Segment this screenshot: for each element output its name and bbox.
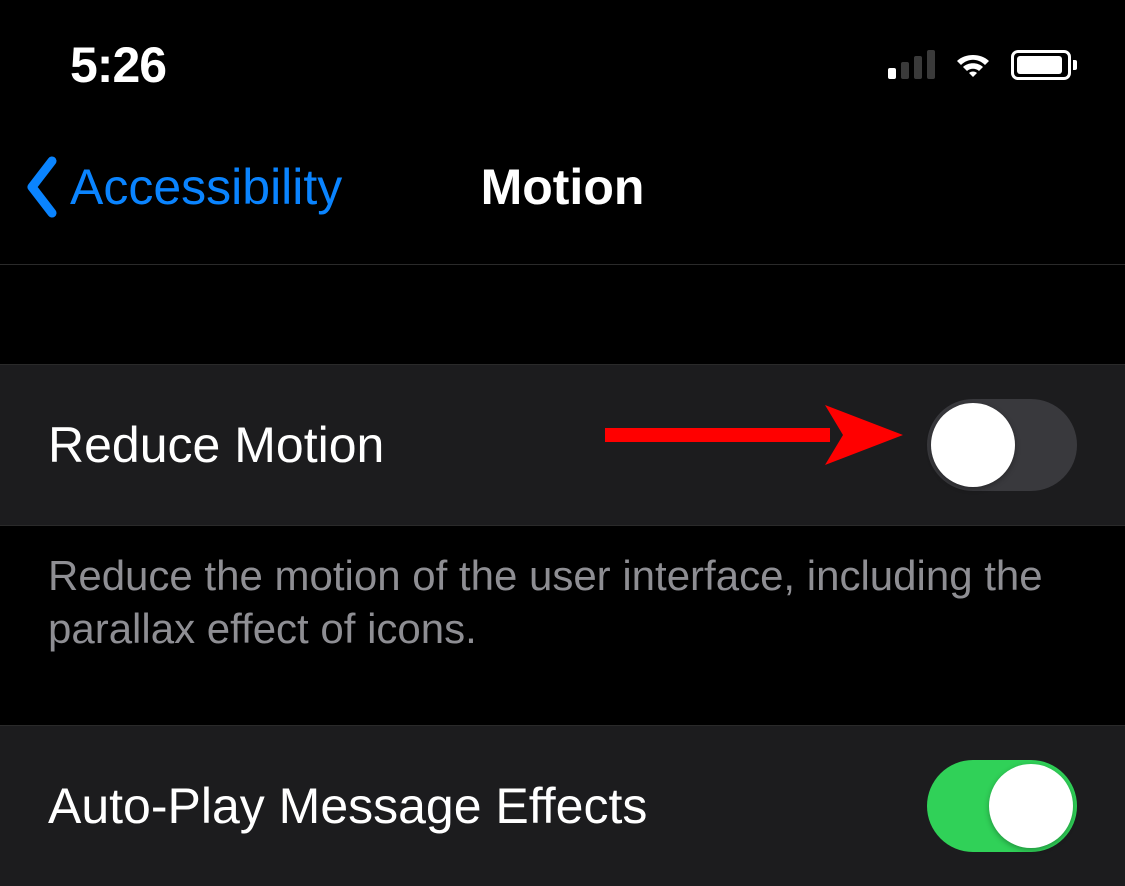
reduce-motion-description: Reduce the motion of the user interface,… <box>0 526 1125 695</box>
wifi-icon <box>951 49 995 81</box>
second-section: Auto-Play Message Effects <box>0 725 1125 886</box>
auto-play-message-effects-toggle[interactable] <box>927 760 1077 852</box>
toggle-knob <box>931 403 1015 487</box>
content-spacer <box>0 265 1125 365</box>
status-indicators <box>888 49 1077 81</box>
page-title: Motion <box>481 158 645 216</box>
back-label: Accessibility <box>70 158 342 216</box>
reduce-motion-row: Reduce Motion <box>0 365 1125 526</box>
reduce-motion-label: Reduce Motion <box>48 416 384 474</box>
battery-icon <box>1011 50 1077 80</box>
cellular-signal-icon <box>888 51 935 79</box>
auto-play-message-effects-row: Auto-Play Message Effects <box>0 726 1125 886</box>
back-button[interactable]: Accessibility <box>0 155 342 219</box>
status-bar: 5:26 <box>0 0 1125 110</box>
toggle-knob <box>989 764 1073 848</box>
auto-play-message-effects-label: Auto-Play Message Effects <box>48 777 647 835</box>
chevron-left-icon <box>24 155 60 219</box>
navigation-bar: Accessibility Motion <box>0 110 1125 265</box>
reduce-motion-toggle[interactable] <box>927 399 1077 491</box>
status-time: 5:26 <box>70 36 166 94</box>
